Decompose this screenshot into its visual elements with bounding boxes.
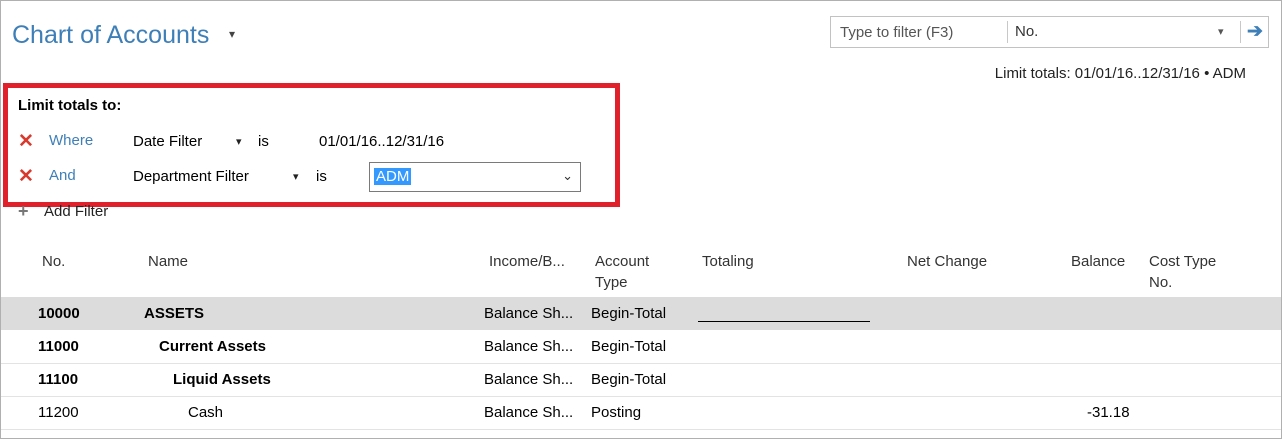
cell-name: ASSETS — [144, 305, 205, 322]
cell-name: Liquid Assets — [173, 371, 271, 388]
column-header-income-balance[interactable]: Income/B... — [489, 253, 565, 270]
chevron-down-icon[interactable]: ▾ — [236, 135, 242, 148]
search-divider — [1240, 21, 1241, 43]
title-menu-chevron-icon[interactable]: ▾ — [229, 27, 235, 41]
column-header-cost-type[interactable]: Cost Type — [1149, 253, 1216, 270]
cell-income-balance: Balance Sh... — [484, 404, 574, 421]
cell-account-type: Begin-Total — [591, 371, 667, 388]
filter-value-select[interactable]: ADM ⌄ — [369, 162, 581, 192]
filter-operator-and[interactable]: And — [49, 167, 76, 184]
cell-account-type: Begin-Total — [591, 305, 667, 322]
filter-field-select[interactable]: No. — [1015, 23, 1038, 40]
cell-income-balance: Balance Sh... — [484, 371, 574, 388]
filter-field-name[interactable]: Date Filter — [133, 133, 202, 150]
plus-icon[interactable]: + — [18, 201, 29, 222]
table-row[interactable]: 11000 Current Assets Balance Sh... Begin… — [1, 330, 1281, 363]
column-header-net-change[interactable]: Net Change — [907, 253, 987, 270]
cell-name: Cash — [188, 404, 224, 421]
remove-filter-icon[interactable]: ✕ — [18, 165, 34, 188]
column-header-balance[interactable]: Balance — [1071, 253, 1125, 270]
table-row[interactable]: 11100 Liquid Assets Balance Sh... Begin-… — [1, 363, 1281, 396]
add-filter-button[interactable]: Add Filter — [44, 203, 108, 220]
column-header-account-type[interactable]: Type — [595, 274, 628, 291]
filter-value[interactable]: 01/01/16..12/31/16 — [319, 133, 444, 150]
filter-is-label: is — [258, 133, 269, 150]
search-divider — [1007, 21, 1008, 43]
cell-no: 10000 — [38, 305, 80, 322]
cell-no: 11100 — [38, 371, 79, 388]
arrow-right-icon[interactable]: ➔ — [1247, 20, 1263, 43]
table-row[interactable]: 11200 Cash Balance Sh... Posting -31.18 — [1, 396, 1281, 429]
cell-income-balance: Balance Sh... — [484, 305, 574, 322]
filter-value-selected-text[interactable]: ADM — [374, 168, 412, 185]
cell-account-type: Begin-Total — [591, 338, 667, 355]
page-title: Chart of Accounts — [12, 21, 210, 49]
cell-no: 11200 — [38, 404, 79, 421]
chevron-down-icon[interactable]: ▾ — [293, 170, 299, 183]
column-header-name[interactable]: Name — [148, 253, 188, 270]
column-header-cost-type[interactable]: No. — [1149, 274, 1172, 291]
column-header-totaling[interactable]: Totaling — [702, 253, 754, 270]
filter-field-name[interactable]: Department Filter — [133, 168, 249, 185]
filter-operator-where[interactable]: Where — [49, 132, 93, 149]
cell-name: Current Assets — [159, 338, 266, 355]
totaling-input-line[interactable] — [698, 321, 870, 322]
limit-totals-summary: Limit totals: 01/01/16..12/31/16 • ADM — [994, 65, 1246, 82]
cell-income-balance: Balance Sh... — [484, 338, 574, 355]
remove-filter-icon[interactable]: ✕ — [18, 130, 34, 153]
chevron-down-icon[interactable]: ▾ — [1218, 25, 1224, 38]
row-divider — [1, 429, 1281, 430]
cell-balance[interactable]: -31.18 — [1087, 404, 1130, 421]
chevron-down-icon[interactable]: ⌄ — [562, 168, 573, 184]
search-input[interactable] — [831, 17, 1010, 47]
filter-is-label: is — [316, 168, 327, 185]
column-header-account-type[interactable]: Account — [595, 253, 649, 270]
table-row[interactable]: 10000 ASSETS Balance Sh... Begin-Total — [1, 297, 1281, 330]
column-header-no[interactable]: No. — [42, 253, 65, 270]
cell-account-type: Posting — [591, 404, 642, 421]
filter-pane-title: Limit totals to: — [18, 97, 122, 114]
cell-no: 11000 — [38, 338, 79, 355]
filter-search-box: No. ▾ ➔ — [830, 16, 1269, 48]
